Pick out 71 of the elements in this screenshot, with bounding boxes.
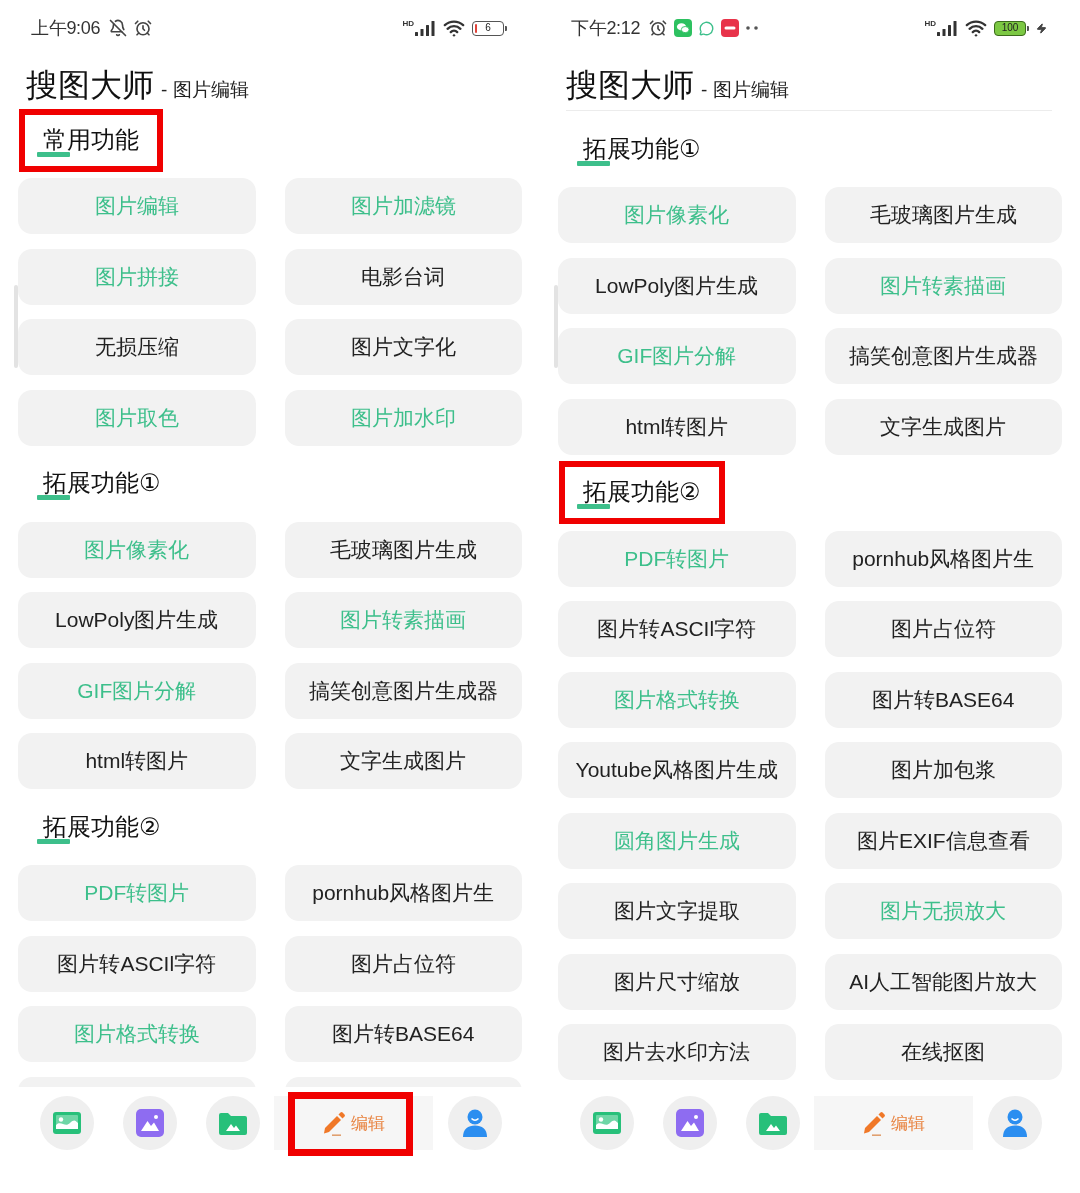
feature-button[interactable]: 文字生成图片: [824, 398, 1062, 455]
section-title: 常用功能: [43, 126, 139, 152]
wifi-icon: [965, 17, 987, 39]
folder-icon: [219, 1111, 247, 1135]
chat-bubbles-icon[interactable]: [674, 19, 693, 37]
feature-button[interactable]: 图片转ASCIl字符: [18, 935, 256, 992]
section-title: 拓展功能②: [583, 479, 701, 504]
feature-button[interactable]: html转图片: [558, 398, 796, 455]
pencil-icon: [322, 1110, 346, 1136]
feature-button[interactable]: Youtube风格图片生成: [558, 742, 796, 798]
battery-percentage: 100: [1001, 23, 1019, 33]
title-accent-bar: [37, 838, 70, 844]
feature-button[interactable]: 图片转ASCIl字符: [558, 601, 796, 657]
page-subtitle: - 图片编辑: [701, 78, 789, 102]
wifi-icon: [443, 17, 465, 39]
alarm-clock-icon: [649, 19, 668, 37]
app-title: 搜图大师: [26, 68, 154, 102]
speech-bubble-icon: [699, 20, 715, 36]
feature-button[interactable]: 图片文字提取: [558, 883, 796, 939]
feature-button[interactable]: AI人工智能图片放大: [824, 953, 1062, 1010]
section-title: 拓展功能①: [583, 135, 701, 161]
status-time: 下午2:12: [571, 17, 641, 40]
feature-button[interactable]: html转图片: [18, 733, 256, 789]
app-title: 搜图大师: [566, 68, 694, 102]
signal-icon: [415, 20, 436, 36]
app-icon[interactable]: [721, 19, 740, 37]
section-title: 拓展功能②: [43, 813, 161, 839]
feature-button[interactable]: 图片加包浆: [824, 742, 1062, 798]
feature-button[interactable]: 毛玻璃图片生成: [824, 187, 1062, 243]
feature-button[interactable]: 图片占位符: [284, 935, 522, 992]
signal-icon: [937, 20, 958, 36]
feature-button[interactable]: 毛玻璃图片生成: [284, 521, 522, 578]
title-accent-bar: [577, 504, 610, 509]
feature-button[interactable]: 在线抠图: [824, 1024, 1062, 1080]
feature-button[interactable]: 搞笑创意图片生成器: [284, 662, 522, 719]
person-icon: [462, 1109, 488, 1137]
feature-button[interactable]: 图片转BASE64: [284, 1006, 522, 1062]
folder-icon: [759, 1111, 787, 1135]
network-type-label: HD: [402, 18, 414, 28]
network-type-label: HD: [924, 18, 936, 28]
mountain-photo-icon: [676, 1109, 704, 1137]
section-title: 拓展功能①: [43, 470, 161, 495]
person-icon: [1002, 1109, 1028, 1137]
title-accent-bar: [37, 151, 70, 157]
landscape-picture-icon: [53, 1112, 81, 1134]
feature-button[interactable]: pornhub风格图片生: [284, 865, 522, 921]
feature-button[interactable]: 搞笑创意图片生成器: [824, 328, 1062, 384]
feature-button[interactable]: 图片转BASE64: [824, 671, 1062, 728]
feature-button[interactable]: LowPoly图片生成: [18, 592, 256, 648]
status-time: 上午9:06: [31, 17, 101, 40]
feature-button[interactable]: pornhub风格图片生: [824, 530, 1062, 587]
feature-button[interactable]: 图片文字化: [284, 319, 522, 375]
feature-button[interactable]: 图片尺寸缩放: [558, 953, 796, 1010]
battery-percentage: 6: [485, 23, 491, 33]
page-subtitle: - 图片编辑: [161, 78, 249, 102]
feature-button[interactable]: 文字生成图片: [284, 733, 522, 789]
feature-button[interactable]: 图片占位符: [824, 601, 1062, 657]
feature-button[interactable]: 图片EXIF信息查看: [824, 812, 1062, 869]
feature-button[interactable]: 电影台词: [284, 248, 522, 305]
more-dots-icon: [746, 26, 759, 30]
feature-button[interactable]: LowPoly图片生成: [558, 257, 796, 314]
feature-button[interactable]: 无损压缩: [18, 319, 256, 375]
pencil-icon: [862, 1110, 886, 1136]
mountain-photo-icon: [136, 1109, 164, 1137]
feature-button[interactable]: 图片去水印方法: [558, 1024, 796, 1080]
title-accent-bar: [37, 495, 70, 500]
title-accent-bar: [577, 160, 610, 166]
nav-button[interactable]: [206, 1096, 260, 1150]
landscape-picture-icon: [593, 1112, 621, 1134]
muted-bell-icon: [109, 19, 128, 37]
alarm-clock-icon: [134, 19, 153, 37]
